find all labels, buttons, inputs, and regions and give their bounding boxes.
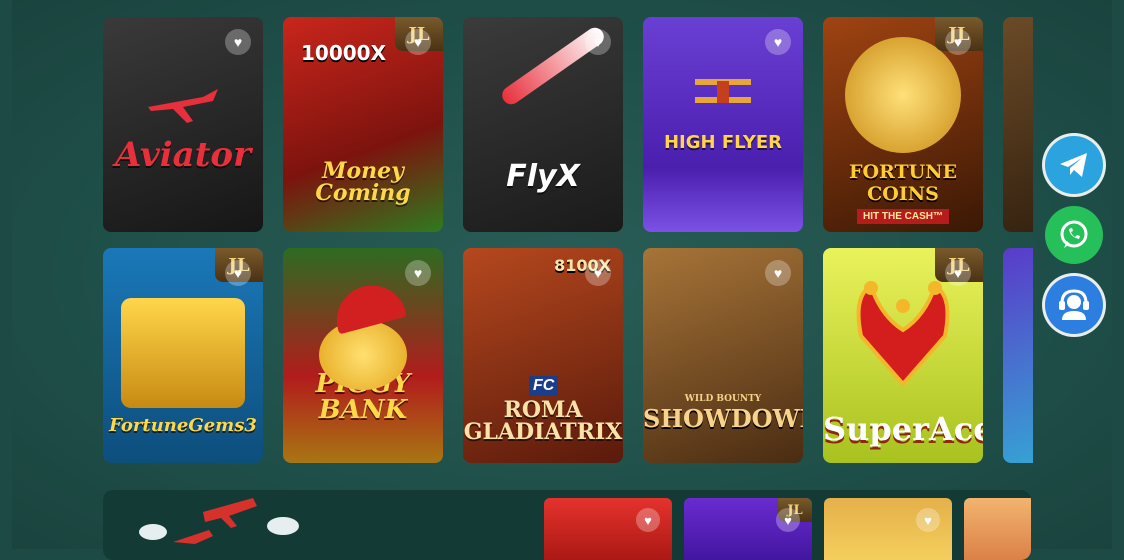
game-title: ROMA GLADIATRIX [463,397,623,445]
game-card-partial[interactable] [1003,17,1033,232]
mini-game-card[interactable]: ♥ [824,498,952,560]
mini-game-card[interactable]: JL ♥ [684,498,812,560]
game-card-roma-gladiatrix[interactable]: 8100X FC ROMA GLADIATRIX ♥ [463,248,623,463]
game-card-super-ace[interactable]: SuperAce JL ♥ [823,248,983,463]
game-card-piggy-bank[interactable]: PIGGY BANK ♥ [283,248,443,463]
favorite-icon[interactable]: ♥ [945,29,971,55]
game-title: FORTUNE COINS [848,161,958,205]
game-title: Money Coming [315,158,411,206]
favorite-icon[interactable]: ♥ [405,260,431,286]
plane-icon [148,89,218,123]
whatsapp-button[interactable] [1045,206,1103,264]
game-title: SHOWDOWN [643,404,803,433]
santa-hat-icon [329,277,407,335]
provider-logo: FC [529,376,559,396]
game-card-fortune-coins[interactable]: FORTUNE COINS HIT THE CASH™ JL ♥ [823,17,983,232]
game-title: SuperAce [823,410,983,448]
game-card-aviator[interactable]: Aviator ♥ [103,17,263,232]
game-card-wild-bounty-showdown[interactable]: WILD BOUNTY SHOWDOWN ♥ [643,248,803,463]
golden-idol-icon [121,298,245,408]
game-card-money-coming[interactable]: 10000X Money Coming JL ♥ [283,17,443,232]
favorite-icon[interactable]: ♥ [585,260,611,286]
favorite-icon[interactable]: ♥ [585,29,611,55]
biplane-icon [695,79,751,103]
favorite-icon[interactable]: ♥ [405,29,431,55]
game-card-flyx[interactable]: FlyX ♥ [463,17,623,232]
planes-illustration [139,498,299,544]
support-button[interactable] [1045,276,1103,334]
game-subtitle: WILD BOUNTY [684,394,762,404]
favorite-icon[interactable]: ♥ [945,260,971,286]
game-title: FortuneGems3 [109,415,257,436]
promo-banner[interactable]: ♥ JL ♥ ♥ [103,490,1031,560]
mini-game-card-partial[interactable] [964,498,1031,560]
game-title: HIGH FLYER [663,132,783,153]
game-subtitle: HIT THE CASH™ [857,209,949,224]
favorite-icon[interactable]: ♥ [776,508,800,532]
multiplier-label: 10000X [301,41,386,65]
favorite-icon[interactable]: ♥ [916,508,940,532]
game-card-high-flyer[interactable]: HIGH FLYER ♥ [643,17,803,232]
jester-hat-icon [856,281,950,386]
favorite-icon[interactable]: ♥ [225,29,251,55]
piggy-icon [319,320,407,390]
favorite-icon[interactable]: ♥ [765,260,791,286]
telegram-icon [1060,153,1087,177]
game-title: Aviator [115,135,251,175]
gold-coin-icon [845,37,961,153]
telegram-button[interactable] [1045,136,1103,194]
favorite-icon[interactable]: ♥ [636,508,660,532]
mini-game-card[interactable]: ♥ [544,498,672,560]
whatsapp-icon [1060,220,1088,248]
favorite-icon[interactable]: ♥ [225,260,251,286]
headset-icon [1059,289,1089,320]
game-card-fortune-gems-3[interactable]: FortuneGems3 JL ♥ [103,248,263,463]
game-title: FlyX [506,159,580,194]
favorite-icon[interactable]: ♥ [765,29,791,55]
game-card-partial[interactable] [1003,248,1033,463]
game-grid: Aviator ♥ 10000X Money Coming JL ♥ FlyX … [103,0,1033,549]
